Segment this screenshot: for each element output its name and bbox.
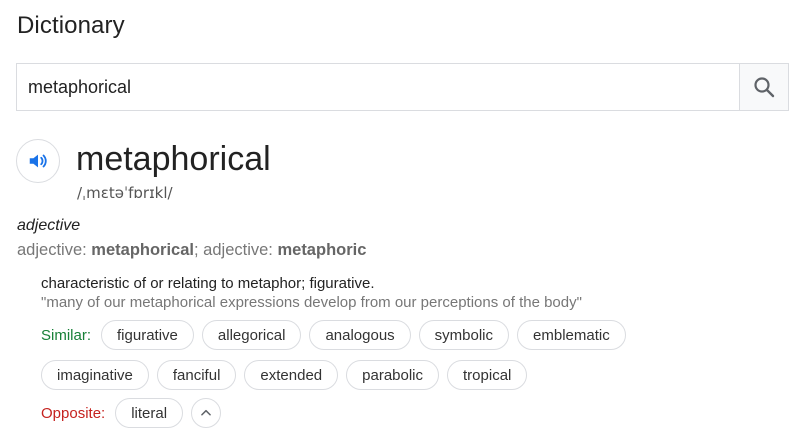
similar-chip[interactable]: emblematic [517, 320, 626, 350]
form-value: metaphorical [91, 241, 194, 259]
similar-chip[interactable]: extended [244, 360, 339, 390]
similar-chip[interactable]: imaginative [41, 360, 149, 390]
similar-label: Similar: [41, 326, 92, 344]
speaker-icon [29, 154, 47, 168]
search-icon [754, 77, 775, 98]
similar-chip[interactable]: tropical [447, 360, 528, 390]
similar-row-2: imaginative fanciful extended parabolic … [41, 360, 535, 390]
similar-chip[interactable]: fanciful [156, 360, 237, 390]
chevron-up-icon [201, 409, 211, 416]
headword: metaphorical [76, 140, 271, 178]
similar-row: Similar: figurative allegorical analogou… [41, 320, 634, 350]
part-of-speech: adjective [17, 217, 81, 234]
opposite-row: Opposite: literal [41, 398, 222, 428]
opposite-chip[interactable]: literal [115, 398, 184, 428]
opposite-label: Opposite: [41, 404, 106, 422]
similar-chip[interactable]: symbolic [418, 320, 510, 350]
form-value: metaphoric [277, 241, 367, 259]
usage-example: "many of our metaphorical expressions de… [41, 294, 582, 311]
page-title: Dictionary [17, 12, 125, 39]
form-separator: ; [194, 241, 204, 259]
form-label: adjective: [203, 241, 278, 259]
search-input[interactable] [17, 64, 739, 110]
definition: characteristic of or relating to metapho… [41, 275, 375, 292]
similar-chip[interactable]: allegorical [201, 320, 302, 350]
search-button[interactable] [739, 64, 788, 110]
similar-chip[interactable]: parabolic [346, 360, 440, 390]
search-bar [16, 63, 789, 111]
word-forms: adjective: metaphorical; adjective: meta… [17, 241, 366, 260]
collapse-button[interactable] [191, 398, 222, 428]
pronunciation-button[interactable] [16, 139, 60, 183]
similar-chip[interactable]: figurative [101, 320, 194, 350]
form-label: adjective: [17, 241, 92, 259]
similar-chip[interactable]: analogous [309, 320, 411, 350]
phonetic-spelling: /ˌmɛtəˈfɒrɪkl/ [77, 184, 173, 202]
